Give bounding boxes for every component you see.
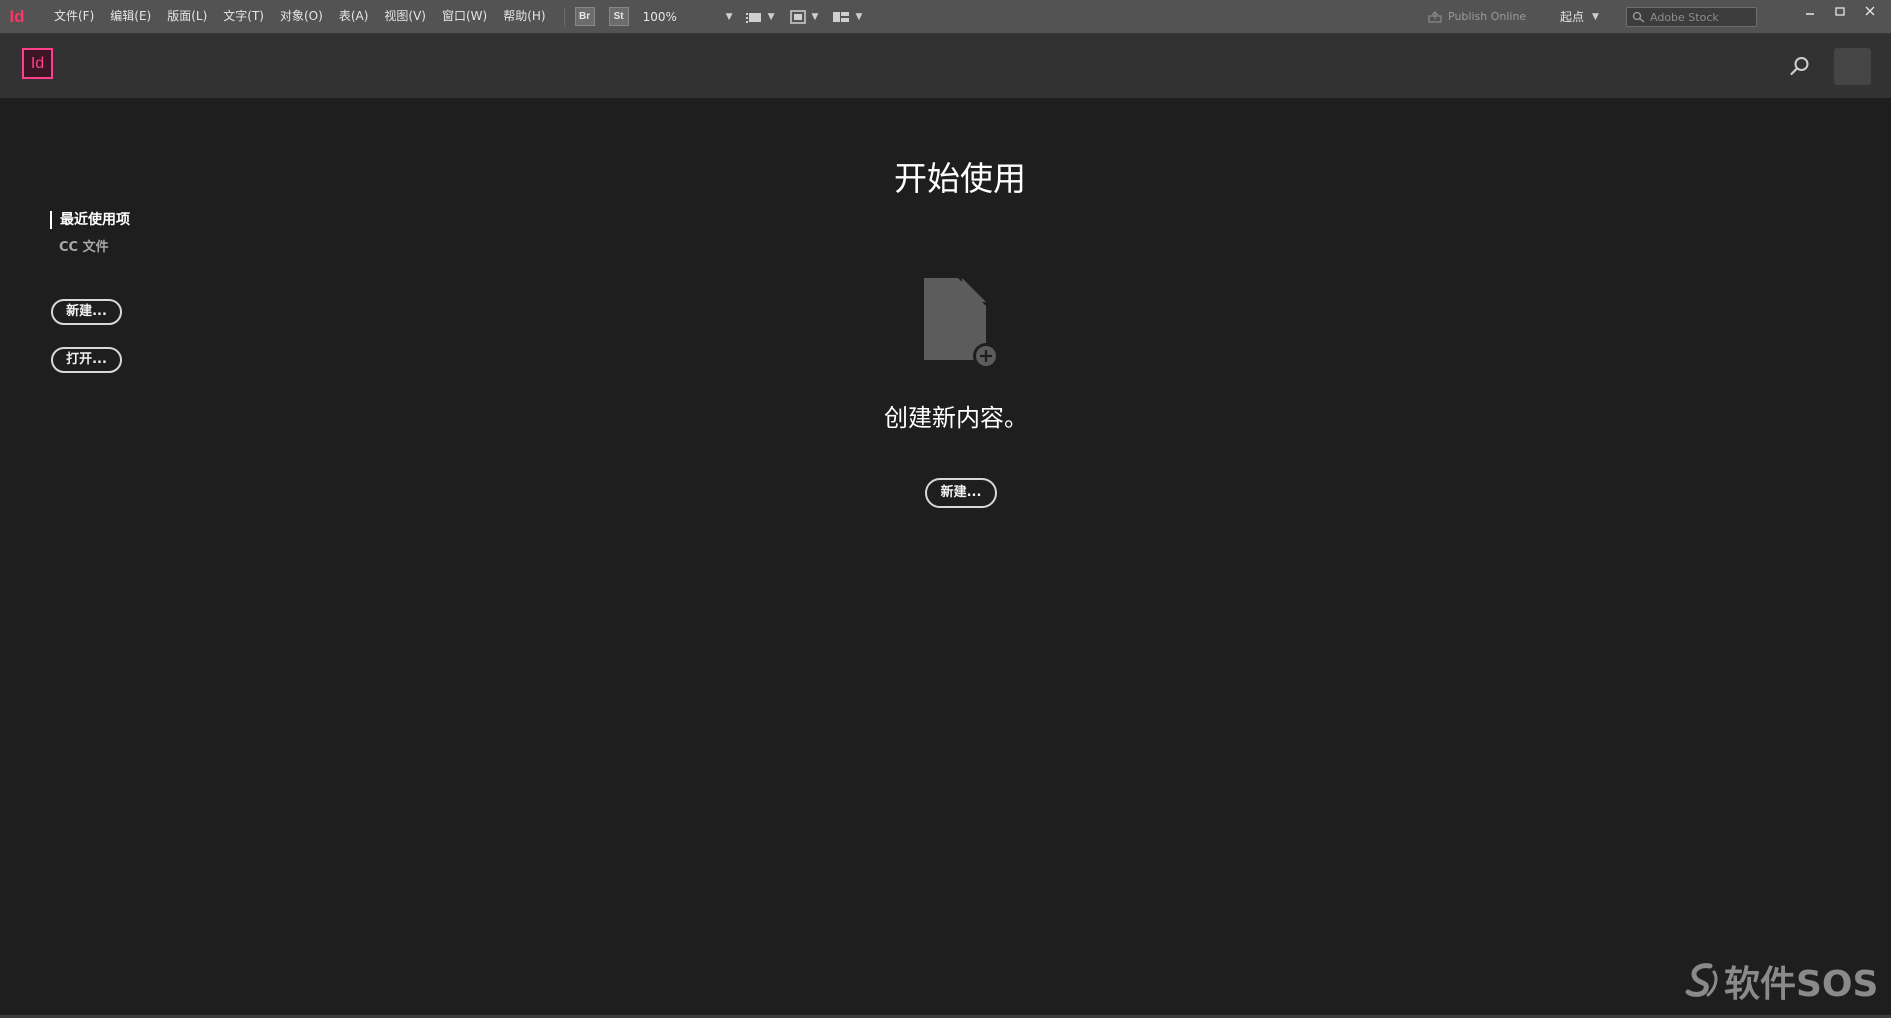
publish-icon [1428, 10, 1442, 23]
watermark-logo-icon [1685, 963, 1718, 997]
main-menu: 文件(F) 编辑(E) 版面(L) 文字(T) 对象(O) 表(A) 视图(V)… [46, 0, 554, 33]
publish-online-label: Publish Online [1448, 10, 1527, 23]
minimize-icon [1806, 13, 1814, 15]
open-document-button[interactable]: 打开... [51, 347, 122, 373]
zoom-value: 100% [642, 9, 677, 24]
menu-file[interactable]: 文件(F) [46, 0, 102, 33]
window-controls [1795, 0, 1885, 22]
zoom-select[interactable]: 100% ▼ [643, 10, 733, 24]
toolbar-divider [563, 6, 565, 27]
menu-type[interactable]: 文字(T) [215, 0, 272, 33]
watermark-text: 软件SOS [1724, 964, 1879, 1005]
indesign-logo: Id [22, 48, 53, 79]
stock-search-placeholder: Adobe Stock [1650, 10, 1719, 24]
chevron-down-icon: ▼ [767, 11, 775, 22]
view-options-icon [745, 12, 761, 23]
new-document-icon [924, 278, 999, 369]
menu-layout[interactable]: 版面(L) [159, 0, 215, 33]
workspace-switcher[interactable]: 起点 ▼ [1560, 6, 1599, 27]
start-workspace-header: Id [0, 34, 1891, 98]
restore-icon [1835, 7, 1845, 16]
screen-mode-icon [789, 9, 806, 24]
menu-edit[interactable]: 编辑(E) [102, 0, 159, 33]
avatar[interactable] [1834, 48, 1871, 85]
search-icon [1632, 11, 1645, 23]
menu-table[interactable]: 表(A) [331, 0, 377, 33]
chevron-down-icon: ▼ [725, 11, 733, 22]
arrange-documents-button[interactable]: ▼ [832, 10, 862, 24]
sidebar-item-cc-files[interactable]: CC 文件 [59, 236, 109, 255]
menu-object[interactable]: 对象(O) [272, 0, 331, 33]
screen-mode-button[interactable]: ▼ [789, 9, 819, 24]
view-options-button[interactable]: ▼ [745, 10, 775, 24]
minimize-button[interactable] [1795, 0, 1825, 22]
page-title: 开始使用 [894, 159, 1026, 198]
adobe-stock-search[interactable]: Adobe Stock [1626, 7, 1757, 27]
workspace-label: 起点 [1560, 10, 1585, 24]
search-icon[interactable] [1788, 54, 1812, 78]
close-icon [1865, 6, 1875, 16]
menu-help[interactable]: 帮助(H) [495, 0, 553, 33]
watermark: 软件SOS [1684, 961, 1878, 1005]
close-button[interactable] [1855, 0, 1885, 22]
menu-bar: Id 文件(F) 编辑(E) 版面(L) 文字(T) 对象(O) 表(A) 视图… [0, 0, 1891, 34]
publish-online-button[interactable]: Publish Online [1428, 7, 1552, 26]
create-new-button[interactable]: 新建... [925, 478, 997, 508]
bridge-button[interactable]: Br [574, 7, 595, 26]
chevron-down-icon: ▼ [1592, 11, 1599, 22]
maximize-button[interactable] [1825, 0, 1855, 22]
stock-button[interactable]: St [608, 7, 629, 26]
menu-window[interactable]: 窗口(W) [434, 0, 495, 33]
create-new-content-text: 创建新内容。 [884, 404, 1028, 432]
new-document-button[interactable]: 新建... [51, 299, 122, 325]
menu-view[interactable]: 视图(V) [376, 0, 434, 33]
chevron-down-icon: ▼ [855, 11, 863, 22]
app-icon: Id [9, 6, 25, 26]
sidebar-item-recent[interactable]: 最近使用项 [50, 211, 130, 229]
arrange-documents-icon [833, 11, 850, 22]
chevron-down-icon: ▼ [811, 11, 819, 22]
